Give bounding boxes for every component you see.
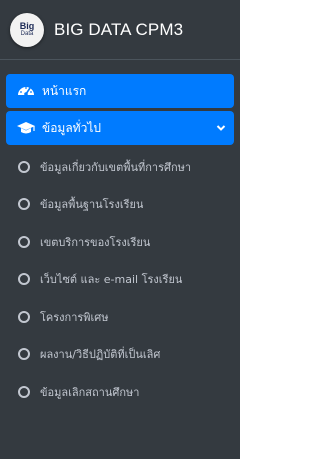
submenu-item-label: โครงการพิเศษ: [40, 310, 109, 324]
logo-text-bottom: Data: [20, 30, 34, 37]
submenu-item-area-info[interactable]: ข้อมูลเกี่ยวกับเขตพื้นที่การศึกษา: [6, 148, 234, 186]
circle-icon: [18, 235, 30, 248]
submenu-item-label: ข้อมูลพื้นฐานโรงเรียน: [40, 198, 144, 212]
nav-item-general-info-label: ข้อมูลทั่วไป: [42, 120, 101, 135]
submenu-item-service-area[interactable]: เขตบริการของโรงเรียน: [6, 223, 234, 261]
dashboard-icon: [16, 83, 36, 99]
circle-icon: [18, 385, 30, 398]
circle-icon: [18, 160, 30, 173]
nav-item-home-label: หน้าแรก: [42, 83, 87, 98]
submenu-item-special-projects[interactable]: โครงการพิเศษ: [6, 298, 234, 336]
circle-icon: [18, 310, 30, 323]
brand-link[interactable]: Big Data BIG DATA CPM3: [0, 0, 240, 60]
sidebar: Big Data BIG DATA CPM3 หน้าแรก ข้อมูลทั่…: [0, 0, 240, 459]
submenu-item-school-closure[interactable]: ข้อมูลเลิกสถานศึกษา: [6, 373, 234, 411]
logo-text-top: Big: [19, 20, 35, 31]
submenu-item-label: ข้อมูลเกี่ยวกับเขตพื้นที่การศึกษา: [40, 160, 192, 174]
chevron-down-icon[interactable]: [216, 124, 226, 132]
graduation-cap-icon: [16, 121, 36, 135]
submenu-item-school-basic[interactable]: ข้อมูลพื้นฐานโรงเรียน: [6, 186, 234, 224]
submenu-item-label: ข้อมูลเลิกสถานศึกษา: [40, 385, 140, 399]
submenu-item-website-email[interactable]: เว็บไซต์ และ e-mail โรงเรียน: [6, 261, 234, 299]
submenu-item-best-practices[interactable]: ผลงาน/วิธีปฏิบัติที่เป็นเลิศ: [6, 336, 234, 374]
nav-item-home[interactable]: หน้าแรก: [6, 74, 234, 108]
circle-icon: [18, 198, 30, 211]
brand-logo: Big Data: [10, 12, 44, 47]
submenu-item-label: เว็บไซต์ และ e-mail โรงเรียน: [40, 273, 183, 287]
brand-title: BIG DATA CPM3: [54, 19, 184, 39]
circle-icon: [18, 348, 30, 361]
nav-item-general-info[interactable]: ข้อมูลทั่วไป: [6, 111, 234, 145]
submenu-general-info: ข้อมูลเกี่ยวกับเขตพื้นที่การศึกษา ข้อมูล…: [6, 148, 234, 411]
submenu-item-label: เขตบริการของโรงเรียน: [40, 235, 151, 249]
submenu-item-label: ผลงาน/วิธีปฏิบัติที่เป็นเลิศ: [40, 348, 161, 362]
circle-icon: [18, 273, 30, 286]
sidebar-nav: หน้าแรก ข้อมูลทั่วไป ข้อมูลเกี่ยวกับเขตพ: [0, 60, 240, 411]
